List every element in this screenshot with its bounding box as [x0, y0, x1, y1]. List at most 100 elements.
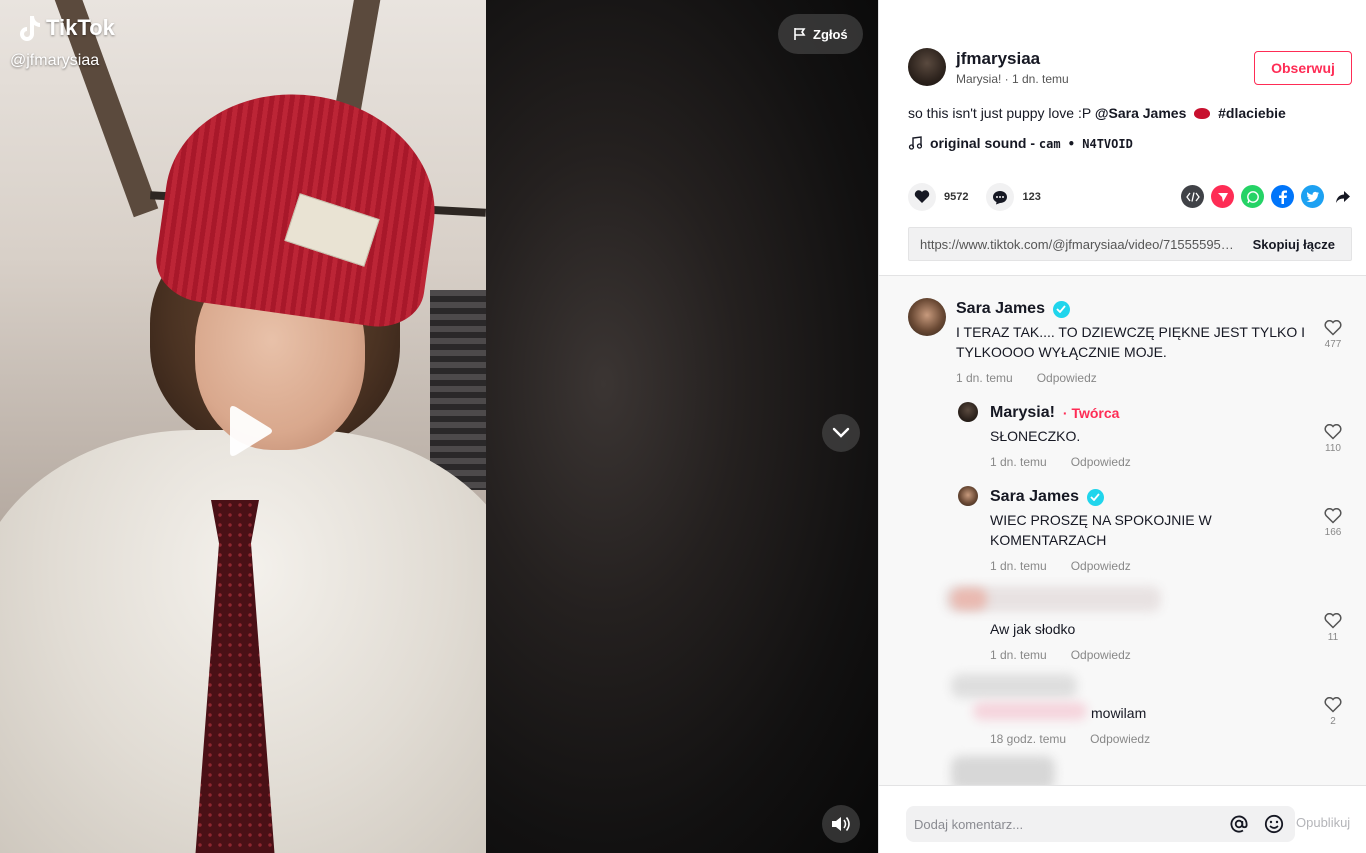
heart-outline-icon — [1324, 613, 1342, 629]
mention-button[interactable] — [1226, 811, 1252, 837]
commenter-name-text[interactable]: Sara James — [956, 300, 1045, 318]
author-avatar[interactable] — [908, 48, 946, 86]
comment-meta: 1 dn. temu Odpowiedz — [990, 559, 1250, 573]
commenter-name[interactable]: Sara James — [956, 300, 1306, 318]
paper-plane-icon — [1217, 192, 1228, 202]
comment-time: 18 godz. temu — [990, 732, 1067, 746]
code-icon — [1185, 191, 1200, 202]
comment-meta: 1 dn. temu Odpowiedz — [990, 455, 1310, 469]
comment-text: WIEC PROSZĘ NA SPOKOJNIE W KOMENTARZACH — [990, 512, 1212, 548]
video-frame[interactable]: TikTok @jfmarysiaa — [0, 0, 486, 853]
reply-button[interactable]: Odpowiedz — [1090, 732, 1150, 746]
heart-outline-icon — [1324, 424, 1342, 440]
tiktok-brand: TikTok — [46, 15, 115, 40]
engagement-stats: 9572 123 — [908, 183, 1059, 211]
comment-input[interactable] — [914, 816, 1217, 832]
commenter-name[interactable]: Sara James — [990, 488, 1250, 506]
hashtag-link[interactable]: #dlaciebie — [1218, 105, 1286, 121]
redacted-avatar — [951, 588, 987, 610]
play-icon[interactable] — [224, 404, 274, 458]
whatsapp-share-button[interactable] — [1241, 185, 1264, 208]
commenter-name[interactable]: Marysia! · Twórca — [990, 404, 1310, 422]
report-button[interactable]: Zgłoś — [778, 14, 863, 54]
creator-badge: · Twórca — [1062, 405, 1120, 421]
flag-icon — [794, 28, 806, 40]
comment-list[interactable]: Sara James I TERAZ TAK.... TO DZIEWCZĘ P… — [879, 276, 1366, 785]
comment-like[interactable]: 477 — [1318, 320, 1348, 350]
commenter-avatar[interactable] — [958, 402, 978, 422]
redacted-user — [951, 756, 1055, 785]
comment-count: 123 — [1022, 191, 1041, 203]
lips-emoji-icon — [1194, 108, 1211, 119]
music-title: original sound - — [930, 135, 1039, 151]
comment-like-count: 2 — [1330, 716, 1336, 727]
tiktok-video-page: TikTok @jfmarysiaa Zgłoś jfmarysiaa Mary… — [0, 0, 1366, 853]
whatsapp-icon — [1246, 190, 1259, 203]
heart-outline-icon — [1324, 320, 1342, 336]
comment-like[interactable]: 166 — [1318, 508, 1348, 538]
comment-like-count: 477 — [1324, 339, 1342, 350]
comment-like[interactable]: 11 — [1318, 613, 1348, 643]
comment-icon — [993, 190, 1008, 204]
report-label: Zgłoś — [813, 26, 848, 42]
embed-button[interactable] — [1181, 185, 1204, 208]
facebook-icon — [1278, 190, 1287, 204]
mention-link[interactable]: @Sara James — [1095, 105, 1187, 121]
share-options — [1181, 185, 1354, 208]
video-link[interactable]: https://www.tiktok.com/@jfmarysiaa/video… — [909, 237, 1237, 252]
comment-time: 1 dn. temu — [956, 371, 1013, 385]
music-artist: cam • N4TVOID — [1038, 137, 1133, 151]
emoji-button[interactable] — [1261, 811, 1287, 837]
comment-like[interactable]: 110 — [1318, 424, 1348, 454]
twitter-icon — [1306, 191, 1319, 202]
at-sign-icon — [1230, 815, 1248, 833]
copy-link-button[interactable]: Skopiuj łącze — [1237, 237, 1351, 252]
more-share-button[interactable] — [1331, 185, 1354, 208]
comment-like-count: 166 — [1324, 527, 1342, 538]
twitter-share-button[interactable] — [1301, 185, 1324, 208]
author-username[interactable]: jfmarysiaa — [956, 49, 1069, 69]
comment-like-count: 110 — [1325, 443, 1341, 454]
like-button[interactable] — [908, 183, 936, 211]
comment-button[interactable] — [986, 183, 1015, 211]
reply-button[interactable]: Odpowiedz — [1071, 559, 1131, 573]
speaker-icon — [832, 817, 850, 831]
share-arrow-icon — [1335, 190, 1350, 203]
comment-meta: 18 godz. temu Odpowiedz — [990, 732, 1366, 746]
author-info[interactable]: jfmarysiaa Marysia! · 1 dn. temu — [908, 48, 1069, 86]
copy-link-box: https://www.tiktok.com/@jfmarysiaa/video… — [908, 227, 1352, 261]
comment-input-box[interactable] — [906, 806, 1295, 842]
video-player[interactable]: TikTok @jfmarysiaa Zgłoś — [0, 0, 878, 853]
next-video-button[interactable] — [822, 414, 860, 452]
post-comment-button[interactable]: Opublikuj — [1296, 815, 1350, 830]
smiley-icon — [1264, 814, 1284, 834]
follow-button[interactable]: Obserwuj — [1254, 51, 1352, 85]
commenter-avatar[interactable] — [908, 298, 946, 336]
send-to-friends-button[interactable] — [1211, 185, 1234, 208]
facebook-share-button[interactable] — [1271, 185, 1294, 208]
verified-badge-icon — [1086, 488, 1104, 506]
commenter-avatar[interactable] — [958, 486, 978, 506]
heart-icon — [914, 190, 930, 203]
reply-button[interactable]: Odpowiedz — [1071, 455, 1131, 469]
window-blinds — [430, 290, 486, 490]
reply-item: Aw jak słodko 1 dn. temu Odpowiedz — [990, 615, 1366, 662]
commenter-name-text[interactable]: Sara James — [990, 488, 1079, 506]
comment-time: 1 dn. temu — [990, 559, 1047, 573]
reply-button[interactable]: Odpowiedz — [1071, 648, 1131, 662]
tiktok-watermark: TikTok — [16, 14, 115, 42]
watermark-handle: @jfmarysiaa — [10, 52, 100, 69]
description-text: so this isn't just puppy love :P — [908, 105, 1095, 121]
volume-button[interactable] — [822, 805, 860, 843]
music-note-icon — [908, 136, 922, 150]
reply-button[interactable]: Odpowiedz — [1037, 371, 1097, 385]
comment-text: Aw jak słodko — [990, 621, 1076, 637]
heart-outline-icon — [1324, 508, 1342, 524]
comment-time: 1 dn. temu — [990, 455, 1047, 469]
comment-meta: 1 dn. temu Odpowiedz — [990, 648, 1366, 662]
video-description: so this isn't just puppy love :P @Sara J… — [908, 105, 1286, 121]
commenter-name-text[interactable]: Marysia! — [990, 404, 1055, 422]
music-link[interactable]: original sound - cam • N4TVOID — [908, 135, 1133, 151]
comment-like[interactable]: 2 — [1318, 697, 1348, 727]
like-count: 9572 — [944, 191, 969, 203]
